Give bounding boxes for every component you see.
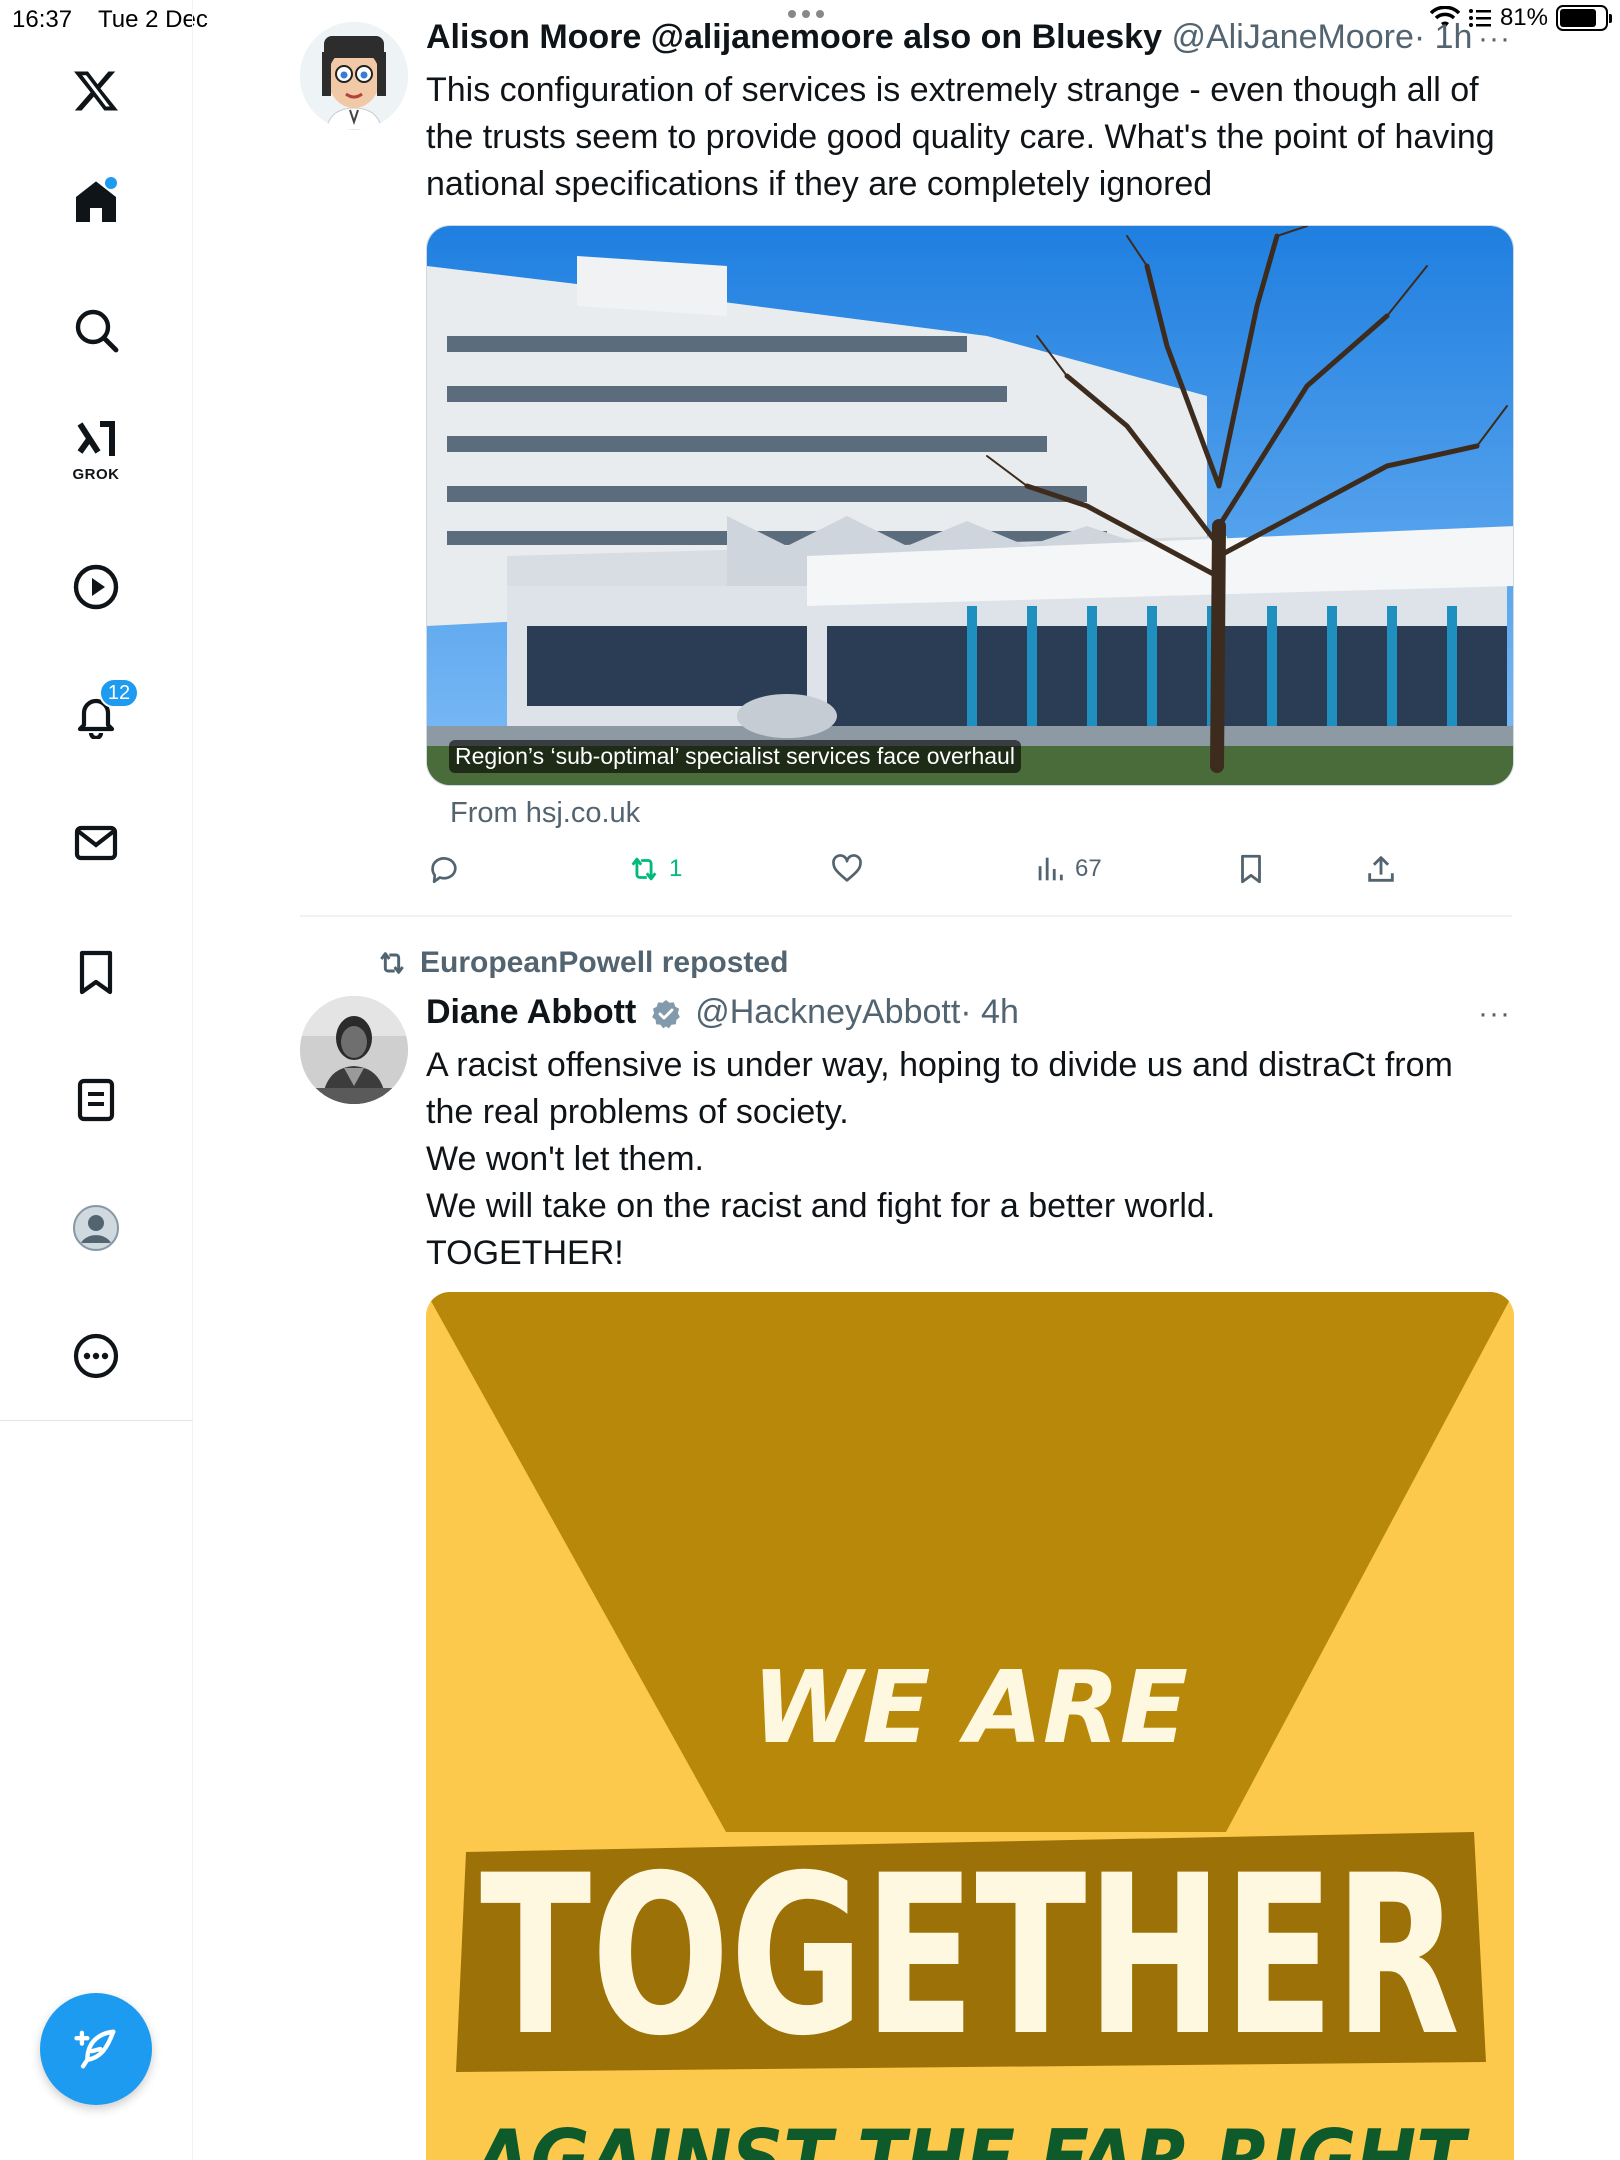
sidebar-item-home[interactable] xyxy=(57,163,135,241)
poster-line1: WE ARE xyxy=(752,1649,1188,1766)
tweet-time[interactable]: · 4h xyxy=(960,993,1019,1031)
tweet-display-name[interactable]: Diane Abbott xyxy=(426,993,636,1031)
tweet-text-line: the trusts seem to provide good quality … xyxy=(426,118,1495,156)
tweet-more-icon[interactable]: ··· xyxy=(1478,997,1511,1031)
cartoon-avatar-icon xyxy=(300,22,408,130)
verified-badge-icon xyxy=(651,1000,680,1029)
views-bar-chart-icon xyxy=(1038,857,1063,881)
repost-icon xyxy=(631,857,657,881)
tweet-time[interactable]: · 1h xyxy=(1414,18,1473,56)
sidebar-item-explore[interactable] xyxy=(57,291,135,369)
sidebar-divider xyxy=(0,1420,193,1421)
share-upload-icon xyxy=(1368,856,1394,882)
sidebar-nav: GROK 12 xyxy=(0,0,193,2160)
reposted-by-line[interactable]: EuropeanPowell reposted xyxy=(376,946,788,980)
profile-avatar-icon xyxy=(73,1205,119,1251)
x-logo-icon[interactable] xyxy=(57,52,135,130)
tweet-text-line: the real problems of society. xyxy=(426,1093,849,1131)
poster-image[interactable]: WE ARE TOGETHER AGAINST THE FAR RIGHT xyxy=(426,1292,1514,2160)
more-options-icon xyxy=(73,1333,119,1379)
messages-envelope-icon xyxy=(74,825,118,861)
tweet-display-name[interactable]: Alison Moore @alijanemoore also on Blues… xyxy=(426,18,1162,56)
views-button[interactable]: 67 xyxy=(1033,852,1102,886)
tweet-divider xyxy=(300,915,1512,917)
hospital-building-image xyxy=(427,226,1513,785)
bookmark-button[interactable] xyxy=(1234,852,1268,886)
home-notification-dot xyxy=(105,177,117,189)
tweet-text-line: national specifications if they are comp… xyxy=(426,165,1213,203)
lists-icon xyxy=(77,1078,115,1122)
reply-icon xyxy=(431,857,457,884)
sidebar-item-video[interactable] xyxy=(57,548,135,626)
compose-post-icon xyxy=(74,2029,116,2069)
share-button[interactable] xyxy=(1364,852,1398,886)
poster-line2: TOGETHER xyxy=(480,1828,1460,2084)
tweet-text-line: TOGETHER! xyxy=(426,1234,624,1272)
sidebar-item-messages[interactable] xyxy=(57,804,135,882)
tweet-text-line: We won't let them. xyxy=(426,1140,704,1178)
sidebar-item-grok[interactable]: GROK xyxy=(57,410,135,488)
link-card-caption: Region’s ‘sub-optimal’ specialist servic… xyxy=(449,740,1021,773)
tweet-text-line: A racist offensive is under way, hoping … xyxy=(426,1046,1453,1084)
repost-small-icon xyxy=(380,952,404,974)
sidebar-item-bookmarks[interactable] xyxy=(57,933,135,1011)
tweet-author-avatar[interactable] xyxy=(300,996,408,1104)
tweet-header: Alison Moore @alijanemoore also on Blues… xyxy=(426,18,1472,57)
video-play-icon xyxy=(73,564,119,610)
grok-icon xyxy=(77,421,115,456)
heart-icon xyxy=(832,854,862,882)
reposted-by-label: EuropeanPowell reposted xyxy=(420,946,789,979)
repost-count: 1 xyxy=(669,855,683,882)
tweet-text: This configuration of services is extrem… xyxy=(426,67,1516,208)
compose-post-button[interactable] xyxy=(40,1993,152,2105)
tweet-text-line: We will take on the racist and fight for… xyxy=(426,1187,1216,1225)
tweet-handle[interactable]: @HackneyAbbott xyxy=(695,993,960,1031)
sidebar-item-lists[interactable] xyxy=(57,1061,135,1139)
repost-button[interactable]: 1 xyxy=(627,852,682,886)
like-button[interactable] xyxy=(830,852,864,886)
grok-label: GROK xyxy=(72,466,120,483)
bookmarks-icon xyxy=(79,950,113,995)
reply-button[interactable] xyxy=(427,852,461,886)
tweet-text: A racist offensive is under way, hoping … xyxy=(426,1042,1516,1277)
notification-badge: 12 xyxy=(99,678,139,708)
sidebar-item-more[interactable] xyxy=(57,1317,135,1395)
link-card-image[interactable]: Region’s ‘sub-optimal’ specialist servic… xyxy=(426,225,1514,786)
bookmark-icon xyxy=(1241,854,1261,884)
views-count: 67 xyxy=(1075,855,1102,882)
link-card-source[interactable]: From hsj.co.uk xyxy=(450,797,640,830)
poster-line3: AGAINST THE FAR RIGHT xyxy=(470,2113,1470,2160)
search-icon xyxy=(75,309,119,353)
tweet-text-line: This configuration of services is extrem… xyxy=(426,71,1479,109)
tweet-handle[interactable]: @AliJaneMoore xyxy=(1171,18,1413,56)
portrait-photo-avatar xyxy=(300,996,408,1104)
we-are-together-poster: WE ARE TOGETHER AGAINST THE FAR RIGHT xyxy=(426,1292,1514,2160)
sidebar-item-profile[interactable] xyxy=(57,1189,135,1267)
sidebar-item-notifications[interactable]: 12 xyxy=(57,676,139,754)
tweet-header: Diane Abbott @HackneyAbbott· 4h xyxy=(426,993,1019,1032)
tweet-more-icon[interactable]: ··· xyxy=(1478,22,1511,56)
tweet-author-avatar[interactable] xyxy=(300,22,408,130)
